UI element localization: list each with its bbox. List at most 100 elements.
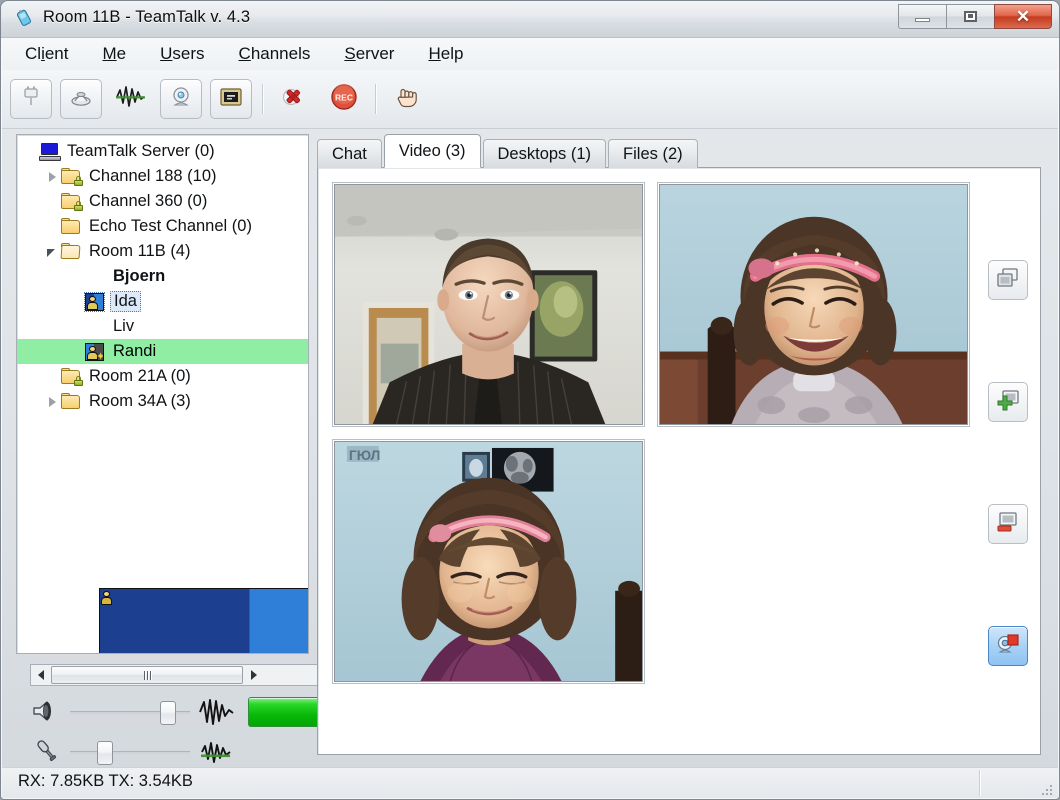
- channel-tree[interactable]: TeamTalk Server (0) Channel 188 (10) Cha…: [16, 134, 309, 654]
- chevron-down-icon[interactable]: [45, 244, 61, 260]
- status-bar: RX: 7.85KB TX: 3.54KB: [2, 767, 1058, 798]
- video-tile-3[interactable]: ГЮЛ: [332, 439, 645, 684]
- speaker-icon: [68, 85, 94, 114]
- sound-wave-icon: [114, 84, 148, 115]
- sound-wave-icon: [196, 697, 240, 727]
- resize-grip-icon[interactable]: [1038, 781, 1052, 795]
- tree-node-user-ida[interactable]: Ida: [17, 289, 308, 314]
- connect-disconnect-button[interactable]: [10, 79, 52, 119]
- close-icon: ✕: [1015, 7, 1031, 26]
- speaker-mute-button[interactable]: [60, 79, 102, 119]
- tree-node-channel-188[interactable]: Channel 188 (10): [17, 164, 308, 189]
- desktop-share-icon: [219, 85, 243, 114]
- new-video-window-icon: [996, 389, 1020, 416]
- push-to-talk-button[interactable]: [386, 79, 428, 119]
- tree-node-channel-360[interactable]: Channel 360 (0): [17, 189, 308, 214]
- tab-strip: Chat Video (3) Desktops (1) Files (2): [317, 134, 700, 168]
- scrollbar-thumb[interactable]: [51, 666, 243, 684]
- tab-chat[interactable]: Chat: [317, 139, 382, 168]
- record-button[interactable]: REC: [323, 79, 365, 119]
- detach-video-button[interactable]: [988, 504, 1028, 544]
- tree-node-user-bjoern[interactable]: ✚ Bjoern: [17, 264, 308, 289]
- microphone-mute-icon: [280, 84, 308, 115]
- stop-broadcast-icon: [996, 633, 1020, 660]
- speaker-volume-row: [30, 694, 346, 730]
- left-pane: TeamTalk Server (0) Channel 188 (10) Cha…: [16, 134, 346, 765]
- webcam-icon: [169, 85, 193, 114]
- tree-node-user-liv[interactable]: Liv: [17, 314, 308, 653]
- video-tab-panel: ГЮЛ: [317, 167, 1041, 755]
- speaker-volume-slider[interactable]: [70, 700, 190, 725]
- application-window: Room 11B - TeamTalk v. 4.3 ✕ Client Me U…: [0, 0, 1060, 800]
- chevron-right-icon[interactable]: [45, 394, 61, 410]
- expander-placeholder: [23, 144, 39, 160]
- expander-placeholder: [45, 369, 61, 385]
- svg-text:ГЮЛ: ГЮЛ: [349, 447, 380, 463]
- push-to-talk-hand-icon: [393, 83, 421, 116]
- audio-controls: [30, 694, 346, 774]
- voice-activation-button[interactable]: [110, 79, 152, 119]
- tree-node-teamtalk-server[interactable]: TeamTalk Server (0): [17, 139, 308, 164]
- slider-thumb[interactable]: [160, 701, 176, 725]
- tree-node-echo-test-channel[interactable]: Echo Test Channel (0): [17, 214, 308, 239]
- menu-item-channels[interactable]: Channels: [229, 41, 321, 67]
- chevron-right-icon[interactable]: [45, 169, 61, 185]
- tab-video[interactable]: Video (3): [383, 134, 481, 168]
- close-button[interactable]: ✕: [994, 4, 1052, 29]
- main-content: TeamTalk Server (0) Channel 188 (10) Cha…: [2, 128, 1058, 773]
- tab-files[interactable]: Files (2): [608, 139, 698, 168]
- right-pane: Chat Video (3) Desktops (1) Files (2) ГЮ…: [317, 134, 1043, 756]
- window-title: Room 11B - TeamTalk v. 4.3: [43, 8, 251, 26]
- webcam-button[interactable]: [160, 79, 202, 119]
- server-icon: [39, 142, 61, 161]
- desktop-share-button[interactable]: [210, 79, 252, 119]
- toolbar-separator-1: [262, 84, 263, 114]
- svg-text:REC: REC: [335, 92, 353, 102]
- pane-splitter[interactable]: [310, 128, 316, 773]
- tile-windows-button[interactable]: [988, 260, 1028, 300]
- microphone-icon[interactable]: [30, 737, 66, 767]
- speaker-icon[interactable]: [30, 697, 66, 727]
- mic-wave-green-icon: [196, 737, 240, 767]
- user-icon: [85, 317, 308, 653]
- tree-node-room-34a[interactable]: Room 34A (3): [17, 389, 308, 414]
- folder-locked-icon: [61, 167, 83, 186]
- folder-open-icon: [60, 242, 83, 261]
- folder-locked-icon: [61, 192, 83, 211]
- minimize-button[interactable]: [898, 4, 946, 29]
- microphone-mute-button[interactable]: [273, 79, 315, 119]
- tree-node-room-11b[interactable]: Room 11B (4): [17, 239, 308, 264]
- stop-broadcast-button[interactable]: [988, 626, 1028, 666]
- detach-video-icon: [996, 511, 1020, 538]
- video-tile-2[interactable]: [657, 182, 970, 427]
- scrollbar-grip-icon: [143, 670, 151, 680]
- user-icon: ✦: [85, 342, 107, 361]
- status-separator: [979, 770, 980, 796]
- folder-icon: [61, 217, 83, 236]
- slider-thumb[interactable]: [97, 741, 113, 765]
- tree-horizontal-scrollbar[interactable]: [30, 664, 323, 686]
- maximize-restore-button[interactable]: [946, 4, 994, 29]
- video-tile-1[interactable]: [332, 182, 645, 427]
- microphone-gain-slider[interactable]: [70, 740, 190, 765]
- menu-item-me[interactable]: Me: [92, 41, 136, 67]
- tile-windows-icon: [996, 267, 1020, 294]
- menu-item-client[interactable]: Client: [15, 41, 78, 67]
- menu-item-server[interactable]: Server: [334, 41, 404, 67]
- user-icon: [84, 292, 107, 312]
- scroll-right-arrow-icon[interactable]: [244, 665, 263, 685]
- tree-node-user-randi[interactable]: ✦ Randi: [17, 339, 308, 364]
- user-icon: ✚: [85, 267, 107, 286]
- scroll-left-arrow-icon[interactable]: [31, 665, 50, 685]
- folder-icon: [61, 392, 83, 411]
- tab-desktops[interactable]: Desktops (1): [482, 139, 607, 168]
- menu-bar: Client Me Users Channels Server Help: [2, 38, 1058, 71]
- connect-plug-icon: [19, 85, 43, 114]
- menu-item-users[interactable]: Users: [150, 41, 214, 67]
- toolbar: REC: [2, 70, 1058, 129]
- expander-placeholder: [45, 194, 61, 210]
- tree-node-room-21a[interactable]: Room 21A (0): [17, 364, 308, 389]
- new-video-window-button[interactable]: [988, 382, 1028, 422]
- video-side-toolbar: [980, 168, 1038, 756]
- menu-item-help[interactable]: Help: [418, 41, 473, 67]
